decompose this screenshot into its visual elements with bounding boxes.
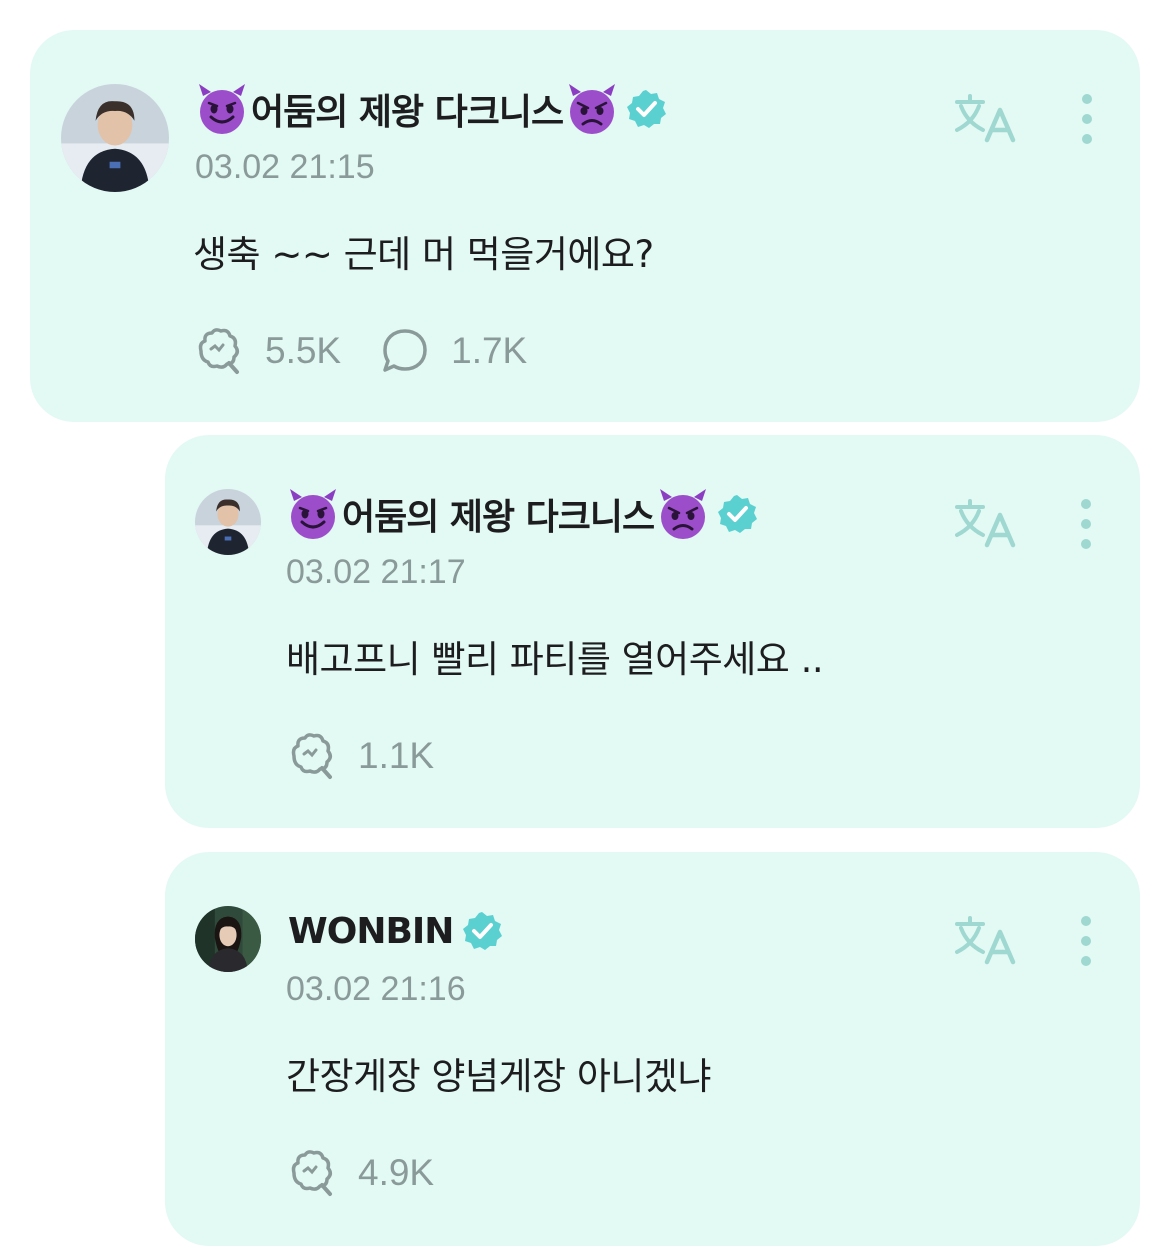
timestamp: 03.02 21:16 bbox=[286, 970, 466, 1008]
verified-badge-icon bbox=[461, 910, 503, 952]
author-row: 어둠의 제왕 다크니스 bbox=[286, 487, 758, 541]
avatar[interactable] bbox=[61, 84, 169, 192]
comment-stats: 1.1K bbox=[286, 730, 472, 782]
comment-stats: 4.9K bbox=[286, 1147, 472, 1199]
verified-badge-icon bbox=[716, 493, 758, 535]
comment-text: 배고프니 빨리 파티를 열어주세요 .. bbox=[286, 638, 824, 681]
translate-icon[interactable] bbox=[955, 92, 1019, 144]
like-button[interactable]: 5.5K bbox=[193, 325, 341, 377]
like-button[interactable]: 4.9K bbox=[286, 1147, 434, 1199]
angry-devil-emoji bbox=[565, 82, 619, 136]
author-row: WONBIN bbox=[286, 904, 503, 958]
smiling-devil-emoji bbox=[195, 82, 249, 136]
more-vertical-icon[interactable] bbox=[1072, 92, 1102, 146]
like-icon bbox=[193, 325, 245, 377]
comment-card: 어둠의 제왕 다크니스 03.02 21:15 생축 ~~ 근데 머 먹을거에요… bbox=[30, 30, 1140, 422]
comment-stats: 5.5K 1.7K bbox=[193, 325, 565, 377]
reply-button[interactable]: 1.7K bbox=[379, 325, 527, 377]
reply-count: 1.7K bbox=[451, 330, 528, 371]
timestamp: 03.02 21:17 bbox=[286, 553, 466, 591]
like-count: 5.5K bbox=[265, 330, 342, 371]
translate-icon[interactable] bbox=[955, 914, 1019, 966]
more-vertical-icon[interactable] bbox=[1071, 914, 1101, 968]
author-row: 어둠의 제왕 다크니스 bbox=[195, 82, 667, 136]
author-name[interactable]: WONBIN bbox=[288, 911, 454, 952]
author-name[interactable]: 어둠의 제왕 다크니스 bbox=[342, 488, 655, 540]
comment-text: 생축 ~~ 근데 머 먹을거에요? bbox=[193, 233, 654, 276]
like-button[interactable]: 1.1K bbox=[286, 730, 434, 782]
more-vertical-icon[interactable] bbox=[1071, 497, 1101, 551]
translate-icon[interactable] bbox=[955, 497, 1019, 549]
like-count: 1.1K bbox=[358, 735, 435, 776]
author-name[interactable]: 어둠의 제왕 다크니스 bbox=[251, 83, 564, 135]
like-icon bbox=[286, 730, 338, 782]
verified-badge-icon bbox=[625, 88, 667, 130]
reply-card: 어둠의 제왕 다크니스 03.02 21:17 배고프니 빨리 파티를 열어주세… bbox=[165, 435, 1140, 828]
avatar[interactable] bbox=[195, 906, 261, 972]
avatar[interactable] bbox=[195, 489, 261, 555]
like-icon bbox=[286, 1147, 338, 1199]
smiling-devil-emoji bbox=[286, 487, 340, 541]
comment-text: 간장게장 양념게장 아니겠냐 bbox=[286, 1055, 712, 1098]
angry-devil-emoji bbox=[656, 487, 710, 541]
like-count: 4.9K bbox=[358, 1152, 435, 1193]
comment-bubble-icon bbox=[379, 325, 431, 377]
reply-card: WONBIN 03.02 21:16 간장게장 양념게장 아니겠냐 4.9K bbox=[165, 852, 1140, 1246]
timestamp: 03.02 21:15 bbox=[195, 148, 375, 186]
